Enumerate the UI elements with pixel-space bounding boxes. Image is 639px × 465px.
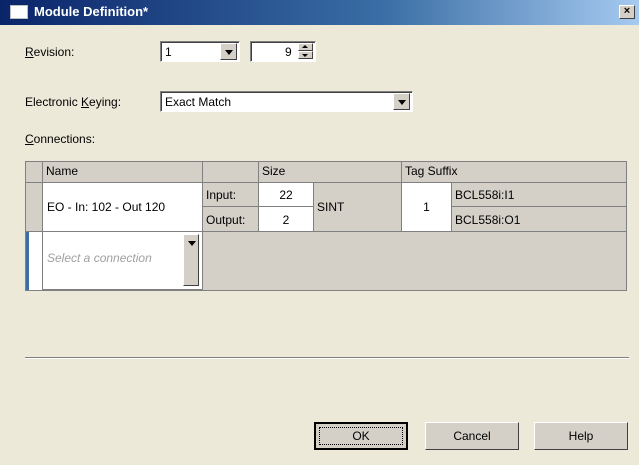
revision-major-value: 1 xyxy=(165,45,172,59)
output-label: Output: xyxy=(203,207,259,232)
instance-cell[interactable]: 1 xyxy=(402,183,452,232)
dropdown-arrow-icon[interactable] xyxy=(220,43,237,60)
revision-minor-value: 9 xyxy=(285,45,292,59)
dropdown-arrow-icon[interactable] xyxy=(393,93,410,110)
select-connection-placeholder: Select a connection xyxy=(47,251,152,265)
spin-up-icon[interactable] xyxy=(298,43,313,51)
keying-select[interactable]: Exact Match xyxy=(160,91,413,112)
new-row-selector[interactable] xyxy=(26,232,43,290)
close-icon: × xyxy=(623,5,631,17)
revision-label: Revision: xyxy=(25,45,75,59)
ok-button[interactable]: OK xyxy=(314,422,408,450)
row-selector[interactable] xyxy=(26,183,43,232)
grid-corner xyxy=(26,162,43,183)
data-type: SINT xyxy=(314,183,402,232)
spin-down-icon[interactable] xyxy=(298,51,313,59)
col-header-blank xyxy=(203,162,259,183)
connection-name-cell[interactable]: EO - In: 102 - Out 120 xyxy=(43,183,203,232)
connections-label: Connections: xyxy=(25,132,96,146)
help-button[interactable]: Help xyxy=(534,422,628,450)
dropdown-arrow-icon[interactable] xyxy=(183,234,199,286)
cancel-button[interactable]: Cancel xyxy=(425,422,519,450)
revision-minor-spinner[interactable]: 9 xyxy=(250,41,316,62)
keying-label: Electronic Keying: xyxy=(25,95,122,109)
window-icon xyxy=(10,5,28,19)
close-button[interactable]: × xyxy=(619,5,635,19)
connection-name: EO - In: 102 - Out 120 xyxy=(47,200,166,214)
connections-grid: Name Size Tag Suffix EO - In: 102 - Out … xyxy=(25,161,627,291)
col-header-size: Size xyxy=(259,162,402,183)
input-label: Input: xyxy=(203,183,259,207)
input-tag: BCL558i:I1 xyxy=(452,183,626,207)
window-title: Module Definition* xyxy=(34,4,149,19)
separator xyxy=(25,357,629,359)
col-header-name: Name xyxy=(43,162,203,183)
output-size-cell[interactable]: 2 xyxy=(259,207,314,232)
revision-major-select[interactable]: 1 xyxy=(160,41,240,62)
input-size-cell[interactable]: 22 xyxy=(259,183,314,207)
select-connection-combobox[interactable]: Select a connection xyxy=(43,232,203,290)
output-tag: BCL558i:O1 xyxy=(452,207,626,232)
keying-value: Exact Match xyxy=(165,95,232,109)
col-header-tag-suffix: Tag Suffix xyxy=(402,162,626,183)
